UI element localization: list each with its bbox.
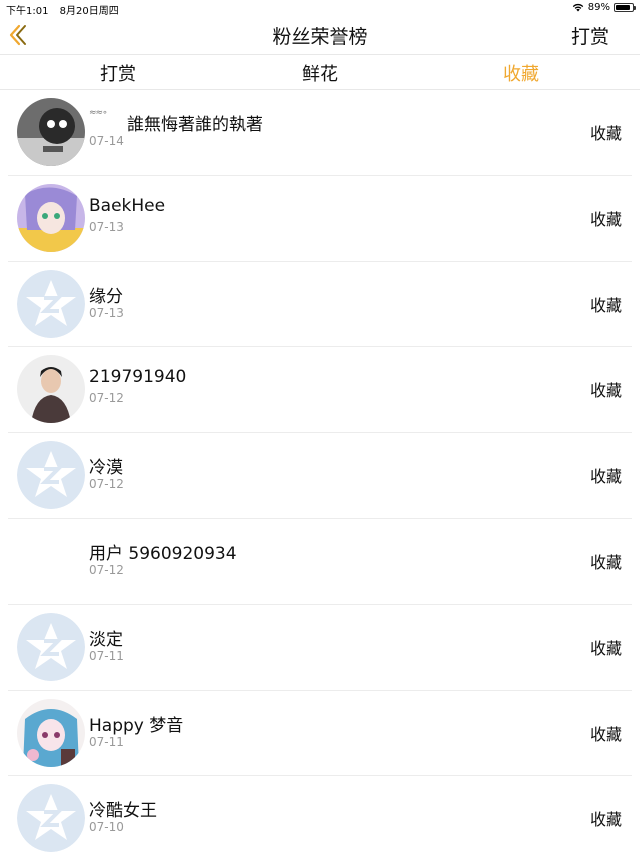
nav-bar: 粉丝荣誉榜 打赏: [0, 16, 640, 54]
fan-list: ≈≈∘ 誰無悔著誰的執著 07-14 收藏 BaekHee 07-13 收藏 缘…: [0, 90, 640, 853]
battery-percent: 89%: [587, 2, 610, 13]
tab-reward[interactable]: 打赏: [100, 60, 136, 86]
qq-star-icon: [17, 784, 85, 853]
default-avatar: [17, 441, 85, 510]
favorite-label: 收藏: [589, 810, 622, 830]
qq-star-icon: [17, 612, 85, 681]
default-avatar: [17, 612, 85, 681]
default-avatar: [17, 784, 85, 853]
avatar: [17, 98, 85, 166]
user-name: 用户 5960920934: [89, 543, 237, 564]
list-item[interactable]: BaekHee 07-13 收藏: [8, 176, 632, 262]
date: 07-14: [89, 134, 124, 148]
tab-favorites[interactable]: 收藏: [503, 60, 539, 86]
user-name: 219791940: [89, 367, 187, 388]
user-name: 誰無悔著誰的執著: [127, 115, 263, 135]
favorite-label: 收藏: [589, 295, 622, 315]
avatar: [17, 183, 85, 252]
date: 07-12: [89, 562, 124, 577]
status-indicators: 89%: [572, 2, 636, 13]
user-name: 缘分: [89, 286, 123, 307]
list-item[interactable]: Happy 梦音 07-11 收藏: [8, 691, 632, 777]
list-item[interactable]: 冷漠 07-12 收藏: [8, 433, 632, 519]
favorite-label: 收藏: [589, 638, 622, 658]
user-name: BaekHee: [89, 195, 166, 216]
user-name: 冷漠: [89, 458, 123, 479]
reward-button[interactable]: 打赏: [571, 22, 609, 49]
date: 07-12: [89, 391, 124, 406]
date: 07-13: [89, 219, 124, 234]
page-title: 粉丝荣誉榜: [272, 26, 368, 48]
tab-flowers[interactable]: 鲜花: [302, 60, 338, 86]
battery-level: [616, 5, 631, 10]
date: 07-11: [89, 734, 124, 749]
tab-bar: 打赏 鲜花 收藏: [0, 54, 640, 90]
list-item[interactable]: 冷酷女王 07-10 收藏: [8, 776, 632, 853]
favorite-label: 收藏: [589, 381, 622, 401]
user-name: Happy 梦音: [89, 715, 184, 736]
list-item[interactable]: 用户 5960920934 07-12 收藏: [8, 519, 632, 605]
favorite-label: 收藏: [589, 209, 622, 229]
status-time-date: 下午1:01 8月20日周四: [6, 2, 119, 17]
battery-icon: [614, 3, 636, 12]
user-name: 冷酷女王: [89, 801, 157, 822]
date: 07-13: [89, 305, 124, 320]
favorite-label: 收藏: [589, 124, 622, 143]
default-avatar: [17, 269, 85, 338]
list-item[interactable]: 缘分 07-13 收藏: [8, 262, 632, 348]
qq-star-icon: [17, 441, 85, 510]
avatar: [17, 698, 85, 767]
avatar: [17, 355, 85, 424]
favorite-label: 收藏: [589, 724, 622, 744]
qq-star-icon: [17, 269, 85, 338]
favorite-label: 收藏: [589, 552, 622, 572]
user-name: 淡定: [89, 629, 123, 650]
list-item[interactable]: ≈≈∘ 誰無悔著誰的執著 07-14 收藏: [8, 90, 632, 176]
list-item[interactable]: 淡定 07-11 收藏: [8, 605, 632, 691]
wifi-icon: [572, 3, 583, 12]
date: 07-12: [89, 477, 124, 492]
name-prefix-decoration: ≈≈∘: [89, 108, 108, 118]
date: 07-10: [89, 820, 124, 835]
status-bar: 下午1:01 8月20日周四 89%: [0, 0, 640, 17]
favorite-label: 收藏: [589, 467, 622, 487]
date: 07-11: [89, 648, 124, 663]
list-item[interactable]: 219791940 07-12 收藏: [8, 347, 632, 434]
